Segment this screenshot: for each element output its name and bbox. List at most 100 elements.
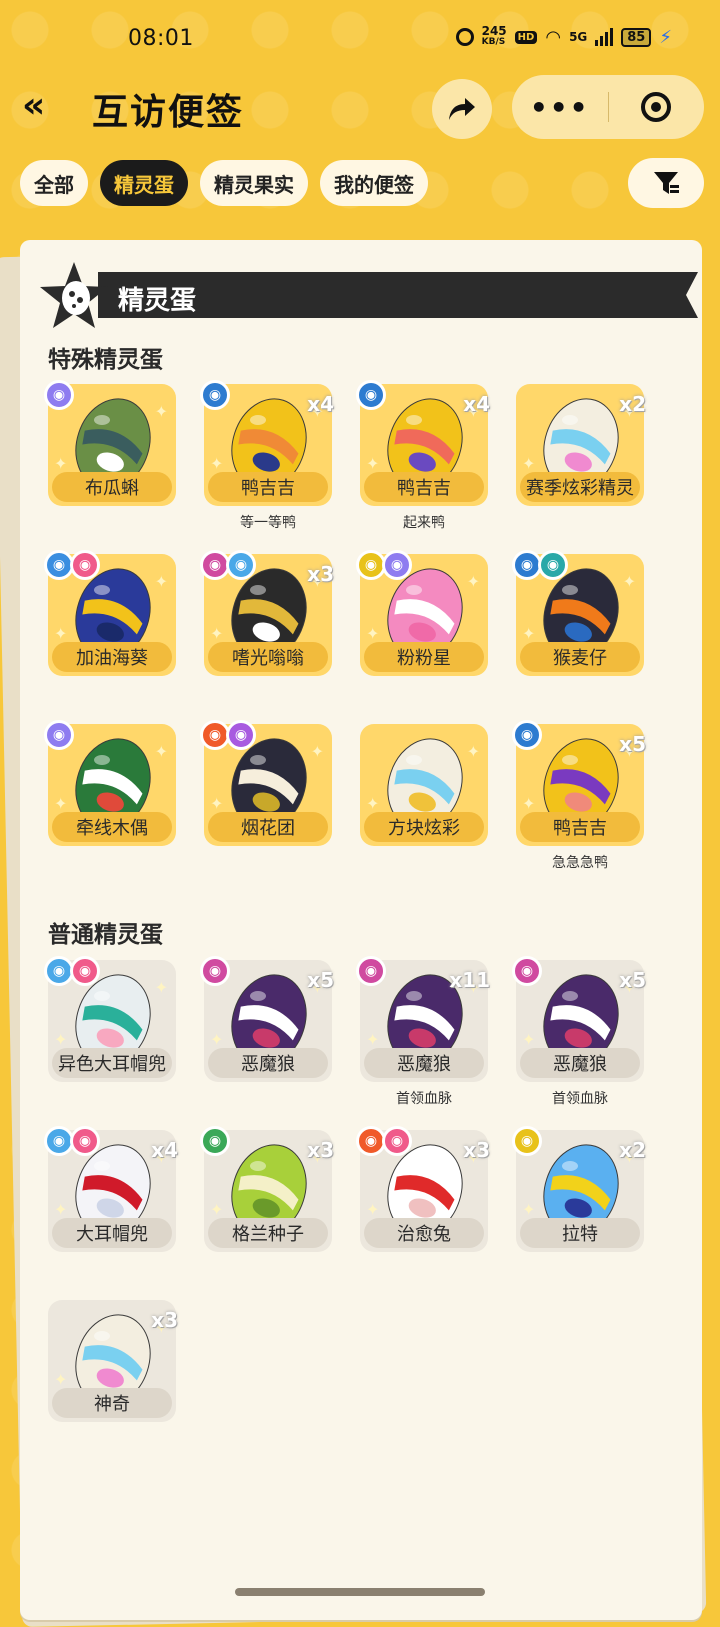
egg-count: x5 [619, 968, 646, 992]
attribute-badge-icon: ◉ [226, 550, 256, 580]
sparkle-icon: ✦ [622, 572, 636, 591]
attribute-badge-icon: ◉ [70, 550, 100, 580]
sparkle-icon: ✦ [310, 742, 324, 761]
special-egg-tile[interactable]: ✦ ✦ 鸭吉吉 x4 起来鸭 ◉ [356, 380, 490, 531]
egg-count: x3 [307, 1138, 334, 1162]
tab-all[interactable]: 全部 [20, 160, 88, 206]
normal-egg-tile[interactable]: ✦ ✦ 神奇 x3 [48, 1300, 178, 1422]
wifi-icon: ◠ [545, 26, 562, 48]
egg-name: 粉粉星 [364, 642, 484, 672]
egg-star-icon [40, 262, 108, 328]
section-banner: 精灵蛋 [38, 260, 708, 328]
attribute-badges: ◉ ◉ [44, 550, 100, 580]
sparkle-icon: ✦ [154, 572, 168, 591]
special-egg-tile[interactable]: ✦ ✦ 加油海葵 ◉ ◉ [44, 550, 176, 676]
egg-count: x11 [449, 968, 490, 992]
normal-egg-tile[interactable]: ✦ ✦ 恶魔狼 x5 ◉ [200, 956, 334, 1082]
egg-count: x5 [619, 732, 646, 756]
sparkle-icon: ✦ [154, 402, 168, 421]
sparkle-icon: ✦ [522, 1200, 536, 1219]
egg-count: x5 [307, 968, 334, 992]
charging-icon: ⚡ [659, 26, 672, 48]
normal-egg-tile[interactable]: ✦ ✦ 恶魔狼 x5 首领血脉 ◉ [512, 956, 646, 1107]
sparkle-icon: ✦ [54, 794, 68, 813]
attribute-badge-icon: ◉ [44, 380, 74, 410]
sparkle-icon: ✦ [522, 1030, 536, 1049]
egg-name: 恶魔狼 [364, 1048, 484, 1078]
attribute-badges: ◉ [200, 956, 230, 986]
sparkle-icon: ✦ [366, 1030, 380, 1049]
sparkle-icon: ✦ [366, 794, 380, 813]
special-egg-tile[interactable]: ✦ ✦ 鸭吉吉 x4 等一等鸭 ◉ [200, 380, 334, 531]
egg-count: x4 [463, 392, 490, 416]
normal-eggs-title: 普通精灵蛋 [48, 922, 163, 948]
target-icon [641, 92, 672, 122]
close-miniprogram-button[interactable] [609, 92, 705, 122]
normal-egg-tile[interactable]: ✦ ✦ 异色大耳帽兜 ◉ ◉ [44, 956, 176, 1082]
special-egg-tile[interactable]: ✦ ✦ 猴麦仔 ◉ ◉ [512, 550, 644, 676]
normal-egg-tile[interactable]: ✦ ✦ 大耳帽兜 x4 ◉ ◉ [44, 1126, 178, 1252]
special-egg-tile[interactable]: ✦ ✦ 牵线木偶 ◉ [44, 720, 176, 846]
egg-name: 赛季炫彩精灵 [520, 472, 640, 502]
sparkle-icon: ✦ [210, 1030, 224, 1049]
sparkle-icon: ✦ [54, 624, 68, 643]
attribute-badges: ◉ ◉ [44, 1126, 100, 1156]
banner-label: 精灵蛋 [118, 286, 197, 316]
more-options-button[interactable]: ••• [512, 91, 608, 124]
attribute-badges: ◉ ◉ [200, 720, 256, 750]
normal-egg-tile[interactable]: ✦ ✦ 治愈兔 x3 ◉ ◉ [356, 1126, 490, 1252]
egg-variant-label: 首领血脉 [552, 1091, 608, 1107]
share-button[interactable] [432, 79, 492, 139]
attribute-badges: ◉ [356, 956, 386, 986]
egg-variant-label: 起来鸭 [403, 515, 445, 531]
back-icon[interactable]: « [22, 85, 45, 126]
normal-egg-tile[interactable]: ✦ ✦ 格兰种子 x3 ◉ [200, 1126, 334, 1252]
egg-count: x4 [307, 392, 334, 416]
egg-name: 恶魔狼 [208, 1048, 328, 1078]
egg-name: 恶魔狼 [520, 1048, 640, 1078]
home-indicator[interactable] [235, 1588, 485, 1596]
special-egg-tile[interactable]: ✦ ✦ 赛季炫彩精灵 x2 [516, 384, 646, 506]
attribute-badge-icon: ◉ [200, 1126, 230, 1156]
special-egg-tile[interactable]: ✦ ✦ 方块炫彩 [360, 724, 488, 846]
battery-level: 85 [621, 27, 652, 47]
tab-my-notes[interactable]: 我的便签 [320, 160, 428, 206]
network-type: 5G [569, 30, 588, 44]
egg-name: 鸭吉吉 [520, 812, 640, 842]
special-egg-tile[interactable]: ✦ ✦ 鸭吉吉 x5 急急急鸭 ◉ [512, 720, 646, 871]
attribute-badges: ◉ ◉ [356, 550, 412, 580]
share-icon [449, 98, 475, 120]
egg-variant-label: 等一等鸭 [240, 515, 296, 531]
tab-spirit-fruits[interactable]: 精灵果实 [200, 160, 308, 206]
network-speed-unit: KB/S [481, 37, 506, 47]
attribute-badges: ◉ [512, 956, 542, 986]
miniprogram-capsule: ••• [512, 75, 704, 139]
special-egg-tile[interactable]: ✦ ✦ 粉粉星 ◉ ◉ [356, 550, 488, 676]
egg-name: 方块炫彩 [364, 812, 484, 842]
app-header: « 互访便签 ••• [0, 75, 720, 145]
egg-name: 布瓜蝌 [52, 472, 172, 502]
normal-egg-tile[interactable]: ✦ ✦ 拉特 x2 ◉ [512, 1126, 646, 1252]
filter-icon [654, 172, 679, 194]
tab-spirit-eggs[interactable]: 精灵蛋 [100, 160, 188, 206]
attribute-badges: ◉ [200, 1126, 230, 1156]
signal-icon [595, 28, 614, 46]
attribute-badge-icon: ◉ [44, 720, 74, 750]
status-time: 08:01 [128, 26, 194, 51]
egg-count: x2 [619, 1138, 646, 1162]
attribute-badge-icon: ◉ [512, 1126, 542, 1156]
special-egg-tile[interactable]: ✦ ✦ 烟花团 ◉ ◉ [200, 720, 332, 846]
attribute-badge-icon: ◉ [356, 380, 386, 410]
network-speed-value: 245 [481, 24, 507, 38]
normal-egg-tile[interactable]: ✦ ✦ 恶魔狼 x11 首领血脉 ◉ [356, 956, 490, 1107]
special-egg-tile[interactable]: ✦ ✦ 嗜光嗡嗡 x3 ◉ ◉ [200, 550, 334, 676]
attribute-badges: ◉ ◉ [44, 956, 100, 986]
filter-button[interactable] [628, 158, 704, 208]
attribute-badge-icon: ◉ [200, 380, 230, 410]
egg-name: 异色大耳帽兜 [52, 1048, 172, 1078]
sparkle-icon: ✦ [522, 794, 536, 813]
sparkle-icon: ✦ [154, 978, 168, 997]
egg-name: 嗜光嗡嗡 [208, 642, 328, 672]
special-egg-tile[interactable]: ✦ ✦ 布瓜蝌 ◉ [44, 380, 176, 506]
attribute-badges: ◉ [44, 380, 74, 410]
